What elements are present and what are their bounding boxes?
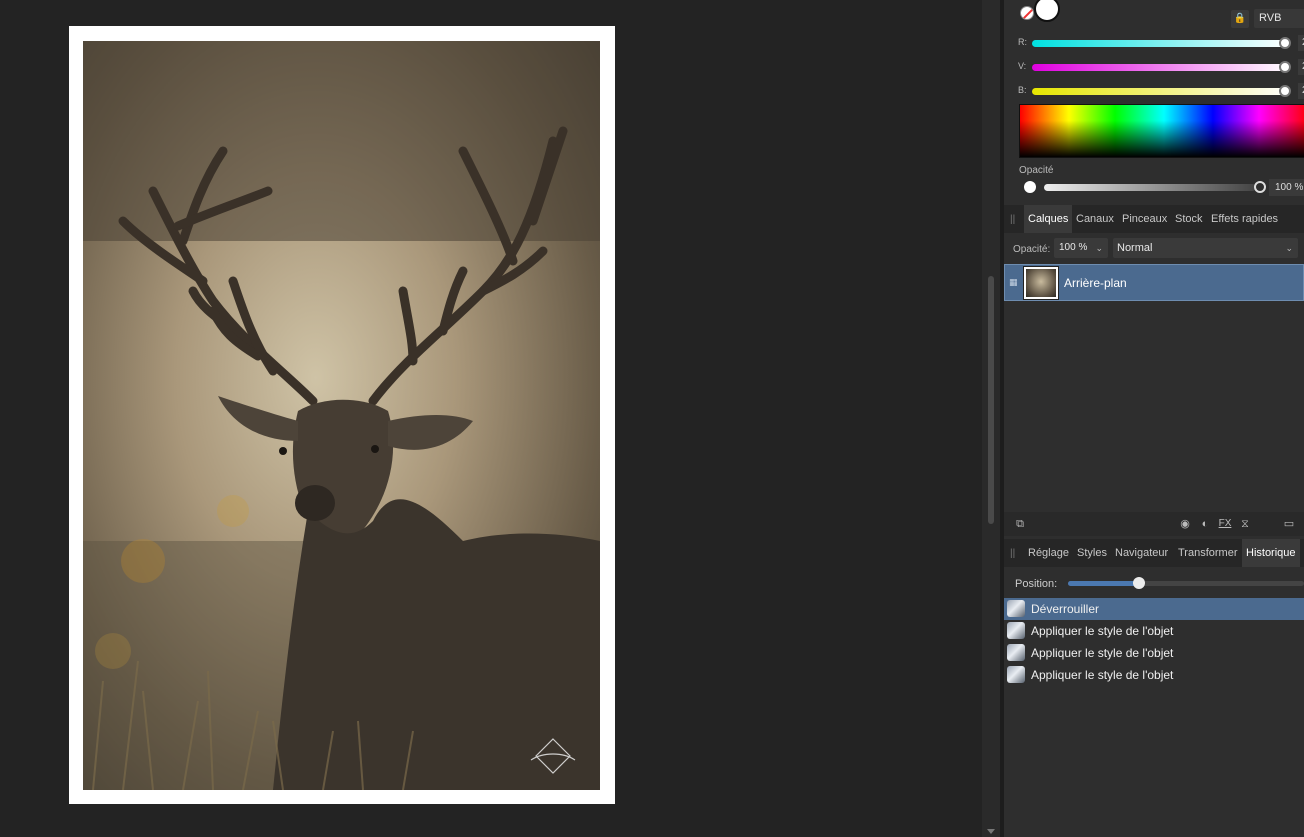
color-opacity-track[interactable] bbox=[1044, 184, 1256, 191]
blend-mode-value: Normal bbox=[1117, 242, 1153, 254]
scroll-down-arrow-icon[interactable] bbox=[987, 829, 995, 834]
slider-v-label: V: bbox=[1018, 61, 1027, 71]
history-position-fill bbox=[1068, 581, 1139, 586]
history-item-label: Déverrouiller bbox=[1031, 602, 1100, 616]
history-item-label: Appliquer le style de l'objet bbox=[1031, 646, 1174, 660]
layer-opacity-label: Opacité: bbox=[1013, 244, 1051, 255]
mask-icon[interactable]: ◉ bbox=[1177, 516, 1193, 532]
blend-mode-select[interactable]: Normal ⌄ bbox=[1113, 238, 1298, 258]
chevron-down-icon: ⌄ bbox=[1095, 243, 1103, 253]
history-step-icon bbox=[1007, 666, 1025, 683]
tab-navigateur[interactable]: Navigateur bbox=[1111, 539, 1172, 567]
document-page[interactable] bbox=[69, 26, 615, 804]
slider-b-knob[interactable] bbox=[1279, 85, 1291, 97]
slider-v-value[interactable]: 2 bbox=[1298, 59, 1304, 75]
deer-photo[interactable] bbox=[83, 41, 600, 790]
tab-canaux[interactable]: Canaux bbox=[1072, 205, 1118, 233]
color-opacity-knob[interactable] bbox=[1254, 181, 1266, 193]
slider-v-knob[interactable] bbox=[1279, 61, 1291, 73]
history-item-label: Appliquer le style de l'objet bbox=[1031, 668, 1174, 682]
color-swatches[interactable] bbox=[1018, 0, 1060, 28]
layer-row-arriere-plan[interactable]: ▦ Arrière-plan bbox=[1004, 264, 1304, 301]
canvas-area[interactable] bbox=[0, 0, 982, 837]
folder-icon[interactable]: ▭ bbox=[1281, 516, 1297, 532]
layer-tools-bar: ⧉ ◉ ◐ FX ⧖ ▭ bbox=[1004, 512, 1304, 536]
layer-thumbnail bbox=[1023, 266, 1059, 300]
layers-tab-bar: || Calques Canaux Pinceaux Stock Effets … bbox=[1004, 205, 1304, 233]
color-model-select[interactable]: RVB bbox=[1254, 9, 1304, 28]
live-filter-icon[interactable]: ⧖ bbox=[1237, 516, 1253, 532]
tab-reglage[interactable]: Réglage bbox=[1024, 539, 1073, 567]
lock-icon[interactable]: 🔒 bbox=[1231, 10, 1249, 28]
color-spectrum[interactable] bbox=[1019, 104, 1304, 158]
tab-historique[interactable]: Historique bbox=[1242, 539, 1300, 567]
slider-r-label: R: bbox=[1018, 37, 1027, 47]
color-opacity-value[interactable]: 100 % bbox=[1269, 179, 1304, 196]
slider-v[interactable]: V: 2 bbox=[1018, 59, 1304, 75]
slider-v-track[interactable] bbox=[1032, 64, 1290, 71]
slider-r-value[interactable]: 2 bbox=[1298, 35, 1304, 51]
slider-b-track[interactable] bbox=[1032, 88, 1290, 95]
slider-r[interactable]: R: 2 bbox=[1018, 35, 1304, 51]
adjustment-icon[interactable]: ◐ bbox=[1197, 516, 1213, 532]
layer-copy-icon[interactable]: ⧉ bbox=[1012, 516, 1028, 532]
opacity-min-knob[interactable] bbox=[1024, 181, 1036, 193]
layer-opacity-value: 100 % bbox=[1059, 242, 1088, 253]
history-item[interactable]: Appliquer le style de l'objet bbox=[1004, 664, 1304, 686]
tab-styles[interactable]: Styles bbox=[1073, 539, 1111, 567]
color-opacity-label: Opacité bbox=[1019, 165, 1054, 176]
deer-illustration bbox=[83, 41, 600, 790]
slider-b-label: B: bbox=[1018, 85, 1027, 95]
slider-b[interactable]: B: 2 bbox=[1018, 83, 1304, 99]
history-item[interactable]: Déverrouiller bbox=[1004, 598, 1304, 620]
tab-transformer[interactable]: Transformer bbox=[1174, 539, 1242, 567]
canvas-vertical-scrollbar[interactable] bbox=[982, 0, 1000, 837]
history-item[interactable]: Appliquer le style de l'objet bbox=[1004, 620, 1304, 642]
layer-options-bar: Opacité: 100 % ⌄ Normal ⌄ bbox=[1004, 236, 1304, 262]
history-step-icon bbox=[1007, 644, 1025, 661]
history-position-slider[interactable] bbox=[1068, 577, 1304, 589]
history-step-icon bbox=[1007, 622, 1025, 639]
layer-name: Arrière-plan bbox=[1064, 276, 1127, 290]
layers-list-empty[interactable] bbox=[1004, 302, 1304, 512]
no-color-swatch-icon[interactable] bbox=[1020, 6, 1034, 20]
slider-r-knob[interactable] bbox=[1279, 37, 1291, 49]
history-item-label: Appliquer le style de l'objet bbox=[1031, 624, 1174, 638]
history-item[interactable]: Appliquer le style de l'objet bbox=[1004, 642, 1304, 664]
fx-icon[interactable]: FX bbox=[1217, 516, 1233, 532]
tab-stock[interactable]: Stock bbox=[1171, 205, 1207, 233]
chevron-down-icon: ⌄ bbox=[1285, 243, 1293, 253]
history-position-knob[interactable] bbox=[1133, 577, 1145, 589]
tab-pinceaux[interactable]: Pinceaux bbox=[1118, 205, 1171, 233]
tab-effets-rapides[interactable]: Effets rapides bbox=[1207, 205, 1282, 233]
fill-color-swatch[interactable] bbox=[1034, 0, 1060, 22]
history-step-icon bbox=[1007, 600, 1025, 617]
studio-tab-bar: || Réglage Styles Navigateur Transformer… bbox=[1004, 539, 1304, 567]
scrollbar-thumb[interactable] bbox=[988, 276, 994, 524]
history-position: Position: bbox=[1004, 572, 1304, 596]
layer-lock-icon[interactable]: ▦ bbox=[1009, 277, 1018, 288]
right-panel: 🔒 RVB R: 2 V: 2 B: 2 Opacité 100 % || Ca… bbox=[1004, 0, 1304, 837]
panel-grip-icon[interactable]: || bbox=[1010, 548, 1015, 559]
slider-b-value[interactable]: 2 bbox=[1298, 83, 1304, 99]
slider-r-track[interactable] bbox=[1032, 40, 1290, 47]
layer-opacity-select[interactable]: 100 % ⌄ bbox=[1054, 238, 1108, 258]
tab-calques[interactable]: Calques bbox=[1024, 205, 1073, 233]
history-position-label: Position: bbox=[1015, 578, 1058, 590]
panel-grip-icon[interactable]: || bbox=[1010, 214, 1015, 225]
